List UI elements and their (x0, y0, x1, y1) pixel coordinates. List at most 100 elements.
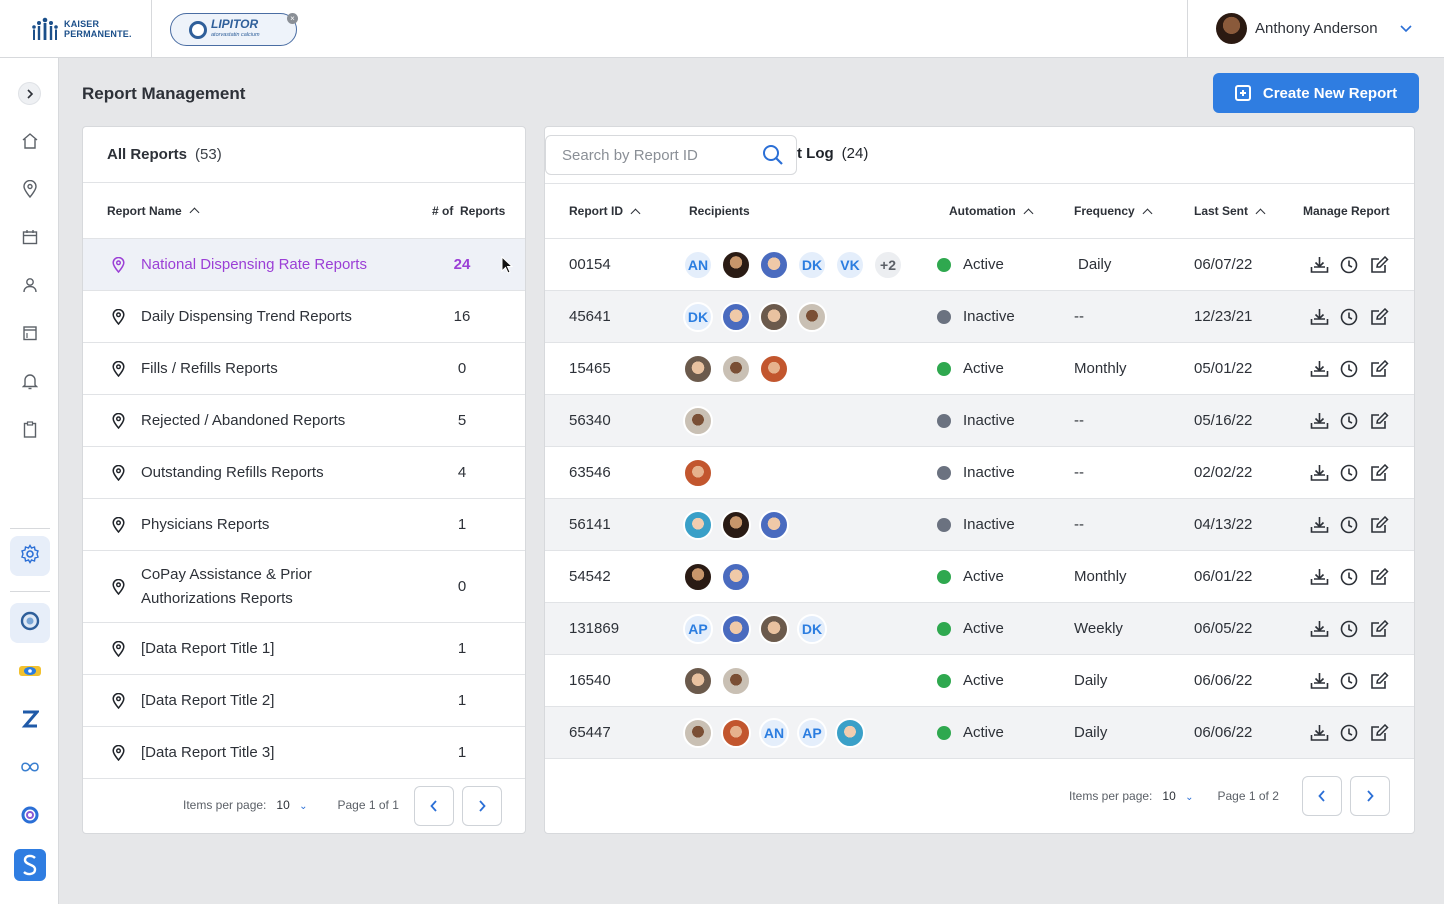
table-row[interactable]: 15465 Active Monthly 05/01/22 (545, 343, 1414, 395)
app-z-icon[interactable] (16, 705, 44, 733)
history-clock-icon[interactable] (1339, 359, 1359, 379)
recipient-initials[interactable]: DK (797, 613, 827, 644)
edit-icon[interactable] (1369, 723, 1389, 743)
archive-icon[interactable] (16, 319, 44, 347)
sort-automation[interactable]: Automation (949, 204, 1034, 218)
report-list-item[interactable]: Fills / Refills Reports 0 (83, 343, 525, 395)
download-icon[interactable] (1309, 671, 1329, 691)
next-page-button[interactable] (1350, 776, 1390, 816)
recipient-initials[interactable]: AP (683, 613, 713, 644)
close-icon[interactable]: × (287, 13, 298, 24)
download-icon[interactable] (1309, 567, 1329, 587)
recipient-initials[interactable]: DK (797, 249, 827, 280)
edit-icon[interactable] (1369, 671, 1389, 691)
download-icon[interactable] (1309, 411, 1329, 431)
recipient-avatar[interactable] (683, 561, 713, 592)
download-icon[interactable] (1309, 723, 1329, 743)
settings-button[interactable] (10, 536, 50, 576)
search-input[interactable]: Search by Report ID (545, 135, 797, 175)
history-clock-icon[interactable] (1339, 255, 1359, 275)
recipient-avatar[interactable] (683, 353, 713, 384)
home-icon[interactable] (16, 127, 44, 155)
sort-frequency[interactable]: Frequency (1074, 204, 1153, 218)
table-row[interactable]: 56141 Inactive -- 04/13/22 (545, 499, 1414, 551)
history-clock-icon[interactable] (1339, 723, 1359, 743)
app-swirl-icon[interactable] (16, 801, 44, 829)
table-row[interactable]: 131869 AP DK Active Weekly 06/05/22 (545, 603, 1414, 655)
table-row[interactable]: 54542 Active Monthly 06/01/22 (545, 551, 1414, 603)
report-list-item[interactable]: Daily Dispensing Trend Reports 16 (83, 291, 525, 343)
recipient-avatar[interactable] (721, 301, 751, 332)
history-clock-icon[interactable] (1339, 567, 1359, 587)
edit-icon[interactable] (1369, 463, 1389, 483)
table-row[interactable]: 00154 AN DK VK +2 Active Daily 06/07/22 (545, 239, 1414, 291)
report-list-item[interactable]: Physicians Reports 1 (83, 499, 525, 551)
edit-icon[interactable] (1369, 307, 1389, 327)
recipient-avatar[interactable] (683, 665, 713, 696)
recipient-initials[interactable]: AN (683, 249, 713, 280)
items-per-page-select[interactable]: 10 ⌄ (276, 798, 307, 812)
report-list-item[interactable]: [Data Report Title 2] 1 (83, 675, 525, 727)
location-pin-icon[interactable] (16, 175, 44, 203)
sort-report-id[interactable]: Report ID (569, 204, 641, 218)
edit-icon[interactable] (1369, 255, 1389, 275)
sort-last-sent[interactable]: Last Sent (1194, 204, 1266, 218)
kaiser-permanente-logo[interactable]: KAISER PERMANENTE. (30, 14, 132, 44)
history-clock-icon[interactable] (1339, 619, 1359, 639)
app-lipitor-button[interactable] (10, 603, 50, 643)
recipient-avatar[interactable] (683, 405, 713, 436)
recipient-avatar[interactable] (721, 717, 751, 748)
table-row[interactable]: 45641 DK Inactive -- 12/23/21 (545, 291, 1414, 343)
recipient-avatar[interactable] (721, 509, 751, 540)
chevron-down-icon[interactable] (1400, 22, 1412, 36)
recipient-avatar[interactable] (683, 717, 713, 748)
recipient-avatar[interactable] (721, 353, 751, 384)
recipient-avatar[interactable] (721, 613, 751, 644)
edit-icon[interactable] (1369, 619, 1389, 639)
search-icon[interactable] (762, 144, 784, 170)
recipient-avatar[interactable] (835, 717, 865, 748)
download-icon[interactable] (1309, 619, 1329, 639)
download-icon[interactable] (1309, 515, 1329, 535)
recipient-avatar[interactable] (683, 457, 713, 488)
download-icon[interactable] (1309, 255, 1329, 275)
user-icon[interactable] (16, 271, 44, 299)
history-clock-icon[interactable] (1339, 411, 1359, 431)
edit-icon[interactable] (1369, 515, 1389, 535)
download-icon[interactable] (1309, 463, 1329, 483)
report-list-item[interactable]: [Data Report Title 3] 1 (83, 727, 525, 779)
report-list-item[interactable]: [Data Report Title 1] 1 (83, 623, 525, 675)
edit-icon[interactable] (1369, 411, 1389, 431)
recipient-initials[interactable]: DK (683, 301, 713, 332)
report-list-item[interactable]: CoPay Assistance & Prior Authorizations … (83, 551, 525, 623)
recipient-avatar[interactable] (759, 301, 789, 332)
clipboard-icon[interactable] (16, 415, 44, 443)
recipient-avatar[interactable] (759, 613, 789, 644)
recipient-avatar[interactable] (721, 561, 751, 592)
report-list-item[interactable]: National Dispensing Rate Reports 24 (83, 239, 525, 291)
edit-icon[interactable] (1369, 359, 1389, 379)
recipient-avatar[interactable] (759, 249, 789, 280)
bell-icon[interactable] (16, 367, 44, 395)
table-row[interactable]: 63546 Inactive -- 02/02/22 (545, 447, 1414, 499)
app-eye-icon[interactable] (16, 657, 44, 685)
recipient-avatar[interactable] (759, 353, 789, 384)
next-page-button[interactable] (462, 786, 502, 826)
calendar-icon[interactable] (16, 223, 44, 251)
product-pill[interactable]: LIPITOR atorvastatin calcium (170, 13, 297, 46)
recipient-avatar[interactable] (721, 249, 751, 280)
app-s-icon[interactable] (14, 849, 46, 881)
prev-page-button[interactable] (1302, 776, 1342, 816)
more-recipients-badge[interactable]: +2 (873, 249, 903, 280)
report-list-item[interactable]: Outstanding Refills Reports 4 (83, 447, 525, 499)
app-infinity-icon[interactable] (16, 753, 44, 781)
items-per-page-select[interactable]: 10 ⌄ (1162, 789, 1193, 803)
prev-page-button[interactable] (414, 786, 454, 826)
download-icon[interactable] (1309, 359, 1329, 379)
history-clock-icon[interactable] (1339, 515, 1359, 535)
report-list-item[interactable]: Rejected / Abandoned Reports 5 (83, 395, 525, 447)
recipient-initials[interactable]: AN (759, 717, 789, 748)
recipient-avatar[interactable] (797, 301, 827, 332)
history-clock-icon[interactable] (1339, 463, 1359, 483)
recipient-initials[interactable]: AP (797, 717, 827, 748)
